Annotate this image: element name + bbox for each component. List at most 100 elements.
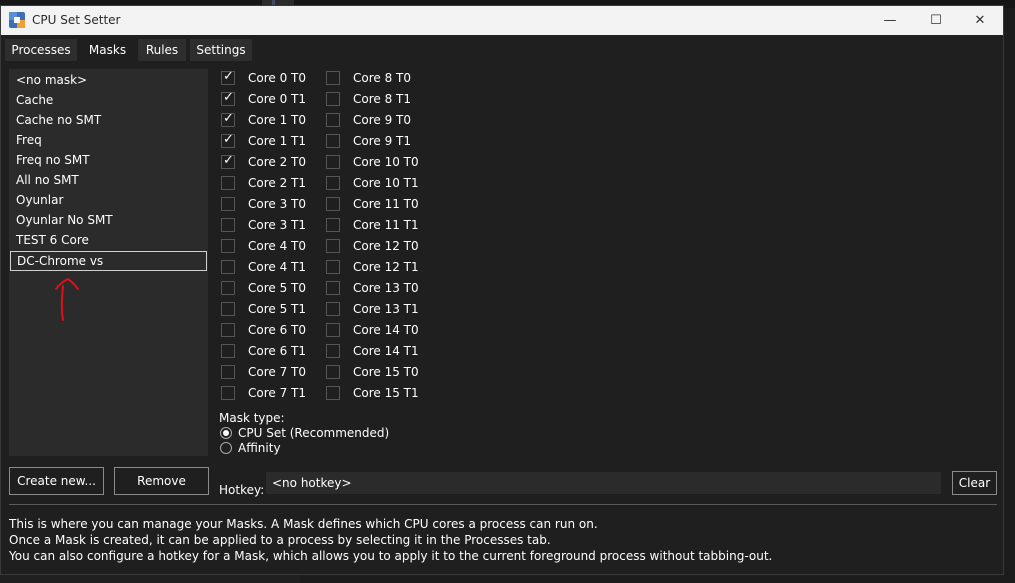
core-label: Core 9 T1 — [353, 134, 412, 148]
core-label: Core 14 T0 — [353, 323, 419, 337]
divider — [9, 504, 997, 505]
checkbox[interactable] — [326, 155, 340, 169]
mask-list-item[interactable]: Cache no SMT — [10, 111, 207, 131]
red-arrow-annotation — [55, 277, 79, 321]
radio-label: Affinity — [238, 441, 281, 455]
tab-masks[interactable]: Masks — [81, 39, 134, 61]
checkbox[interactable] — [221, 323, 235, 337]
help-line: You can also configure a hotkey for a Ma… — [9, 549, 773, 563]
core-label: Core 11 T0 — [353, 197, 419, 211]
mask-list-item[interactable]: Oyunlar — [10, 191, 207, 211]
help-line: Once a Mask is created, it can be applie… — [9, 533, 551, 547]
checkbox[interactable] — [326, 302, 340, 316]
checkmark-icon: ✓ — [223, 111, 234, 126]
mask-list-item[interactable]: Freq — [10, 131, 207, 151]
mask-list-item[interactable]: All no SMT — [10, 171, 207, 191]
mask-list[interactable]: <no mask> Cache Cache no SMT Freq Freq n… — [9, 69, 208, 456]
core-label: Core 4 T1 — [248, 260, 307, 274]
minimize-button[interactable]: — — [867, 6, 913, 35]
tab-settings[interactable]: Settings — [190, 39, 252, 61]
core-label: Core 6 T1 — [248, 344, 307, 358]
core-label: Core 6 T0 — [248, 323, 307, 337]
checkbox[interactable]: ✓ — [221, 153, 235, 169]
mask-list-item[interactable]: TEST 6 Core — [10, 231, 207, 251]
core-label: Core 13 T1 — [353, 302, 419, 316]
radio-button[interactable] — [220, 442, 232, 454]
tab-rules[interactable]: Rules — [138, 39, 186, 61]
clear-hotkey-button[interactable]: Clear — [952, 471, 997, 495]
hotkey-label: Hotkey: — [219, 483, 265, 497]
core-label: Core 1 T1 — [248, 134, 307, 148]
checkbox[interactable] — [326, 71, 340, 85]
core-label: Core 15 T0 — [353, 365, 419, 379]
mask-type-label: Mask type: — [219, 411, 285, 425]
checkbox[interactable] — [221, 197, 235, 211]
checkbox[interactable] — [221, 365, 235, 379]
remove-button[interactable]: Remove — [114, 467, 209, 495]
checkbox[interactable] — [326, 113, 340, 127]
checkbox[interactable] — [326, 197, 340, 211]
checkbox[interactable]: ✓ — [221, 132, 235, 148]
mask-list-item[interactable]: Freq no SMT — [10, 151, 207, 171]
core-label: Core 13 T0 — [353, 281, 419, 295]
checkbox[interactable] — [221, 176, 235, 190]
core-label: Core 14 T1 — [353, 344, 419, 358]
tab-bar: Processes Masks Rules Settings — [1, 35, 1003, 63]
title-bar[interactable]: CPU Set Setter — ☐ ✕ — [1, 6, 1003, 35]
mask-list-item[interactable]: <no mask> — [10, 71, 207, 91]
close-button[interactable]: ✕ — [957, 6, 1003, 35]
core-label: Core 5 T1 — [248, 302, 307, 316]
core-label: Core 5 T0 — [248, 281, 307, 295]
checkbox[interactable] — [326, 386, 340, 400]
hotkey-input[interactable]: <no hotkey> — [266, 472, 941, 494]
core-label: Core 10 T1 — [353, 176, 419, 190]
checkbox[interactable]: ✓ — [221, 69, 235, 85]
maximize-button[interactable]: ☐ — [913, 6, 959, 35]
checkbox[interactable] — [221, 218, 235, 232]
app-window: CPU Set Setter — ☐ ✕ Processes Masks Rul… — [0, 5, 1004, 575]
checkmark-icon: ✓ — [223, 153, 234, 168]
window-title: CPU Set Setter — [32, 13, 121, 27]
checkbox[interactable] — [221, 302, 235, 316]
checkbox[interactable] — [326, 323, 340, 337]
checkbox[interactable] — [326, 92, 340, 106]
checkbox[interactable] — [221, 260, 235, 274]
core-label: Core 2 T0 — [248, 155, 307, 169]
core-label: Core 8 T0 — [353, 71, 412, 85]
radio-button[interactable] — [220, 427, 232, 439]
help-text: This is where you can manage your Masks.… — [9, 516, 772, 564]
checkmark-icon: ✓ — [223, 132, 234, 147]
checkbox[interactable] — [221, 239, 235, 253]
core-label: Core 3 T0 — [248, 197, 307, 211]
checkbox[interactable] — [326, 365, 340, 379]
core-label: Core 7 T1 — [248, 386, 307, 400]
create-new-button[interactable]: Create new... — [9, 467, 104, 495]
core-label: Core 9 T0 — [353, 113, 412, 127]
tab-processes[interactable]: Processes — [5, 39, 77, 61]
core-label: Core 11 T1 — [353, 218, 419, 232]
help-line: This is where you can manage your Masks.… — [9, 517, 598, 531]
radio-label: CPU Set (Recommended) — [238, 426, 390, 440]
app-icon — [9, 12, 25, 28]
checkbox[interactable]: ✓ — [221, 90, 235, 106]
checkbox[interactable] — [326, 239, 340, 253]
checkbox[interactable] — [221, 344, 235, 358]
checkbox[interactable]: ✓ — [221, 111, 235, 127]
checkbox[interactable] — [326, 281, 340, 295]
core-label: Core 1 T0 — [248, 113, 307, 127]
checkbox[interactable] — [221, 386, 235, 400]
mask-list-item[interactable]: Oyunlar No SMT — [10, 211, 207, 231]
checkbox[interactable] — [326, 176, 340, 190]
checkbox[interactable] — [326, 344, 340, 358]
checkbox[interactable] — [326, 134, 340, 148]
core-label: Core 3 T1 — [248, 218, 307, 232]
mask-list-item[interactable]: Cache — [10, 91, 207, 111]
mask-list-item-selected[interactable]: DC-Chrome vs — [10, 251, 207, 271]
checkbox[interactable] — [221, 281, 235, 295]
core-label: Core 12 T1 — [353, 260, 419, 274]
core-label: Core 2 T1 — [248, 176, 307, 190]
core-label: Core 0 T0 — [248, 71, 307, 85]
checkbox[interactable] — [326, 260, 340, 274]
core-label: Core 0 T1 — [248, 92, 307, 106]
checkbox[interactable] — [326, 218, 340, 232]
